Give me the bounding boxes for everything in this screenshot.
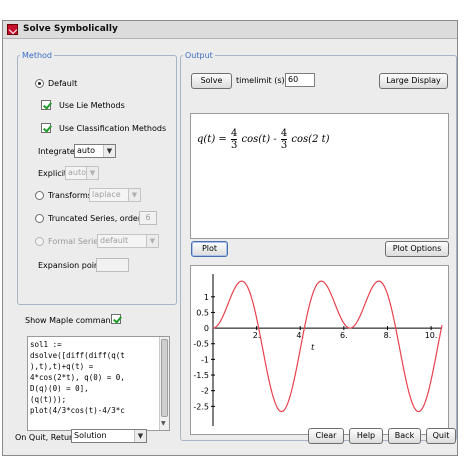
explicit-select[interactable]: auto ▼	[65, 166, 99, 180]
transforms-label: Transforms	[48, 191, 92, 200]
back-button[interactable]: Back	[388, 428, 421, 444]
math-fraction-1: 4 3	[230, 128, 238, 151]
y-tick-label: -1.5	[193, 371, 209, 380]
large-display-button[interactable]: Large Display	[379, 73, 448, 89]
truncated-series-label: Truncated Series, order=	[48, 214, 148, 223]
formal-series-value: default	[100, 236, 129, 245]
use-classification-label: Use Classification Methods	[59, 124, 167, 133]
show-maple-commands-checkbox[interactable]	[111, 314, 121, 324]
y-zero-label: 0	[204, 324, 209, 333]
chevron-down-icon: ▼	[86, 167, 98, 179]
solve-symbolically-window: Solve Symbolically Method Default Use Li…	[2, 20, 458, 456]
truncated-order-value: 6	[145, 213, 151, 222]
math-term-2: cos(2 t)	[291, 134, 330, 145]
help-button[interactable]: Help	[349, 428, 383, 444]
transforms-radio[interactable]	[35, 191, 44, 200]
clear-button[interactable]: Clear	[308, 428, 344, 444]
use-lie-methods-checkbox[interactable]	[41, 100, 51, 110]
on-quit-return-label: On Quit, Return	[15, 433, 78, 442]
math-term-1: cos(t) -	[241, 134, 277, 145]
method-group-title: Method	[22, 51, 53, 60]
window-title: Solve Symbolically	[23, 24, 118, 34]
y-tick-label: 1	[204, 293, 209, 302]
solve-button[interactable]: Solve	[191, 73, 232, 89]
integrate-value: auto	[77, 146, 96, 155]
solution-display: q(t) = 4 3 cos(t) - 4 3 cos(2 t)	[190, 113, 449, 239]
use-classification-checkbox[interactable]	[41, 123, 51, 133]
chevron-down-icon: ▼	[134, 430, 146, 442]
transforms-select[interactable]: laplace ▼	[89, 188, 141, 202]
x-axis-label: t	[311, 343, 315, 352]
on-quit-return-value: Solution	[74, 431, 107, 440]
expansion-point-label: Expansion point	[38, 261, 103, 270]
maple-commands-textarea[interactable]: sol1 := dsolve([diff(diff(q(t ),t),t)+q(…	[27, 336, 170, 431]
timelimit-input[interactable]: 60	[285, 73, 315, 87]
scrollbar-thumb[interactable]	[161, 339, 168, 417]
y-tick-label: -2	[201, 387, 209, 396]
x-tick-label: 8.	[384, 331, 392, 340]
maple-leaf-icon	[7, 24, 18, 35]
maple-commands-text: sol1 := dsolve([diff(diff(q(t ),t),t)+q(…	[30, 340, 125, 415]
solution-expression: q(t) = 4 3 cos(t) - 4 3 cos(2 t)	[197, 128, 330, 151]
chevron-down-icon[interactable]: ▼	[161, 420, 166, 427]
integrate-select[interactable]: auto ▼	[74, 144, 116, 158]
formal-series-select[interactable]: default ▼	[97, 234, 159, 248]
y-tick-label: 0.5	[196, 308, 209, 317]
truncated-series-radio[interactable]	[35, 214, 44, 223]
x-tick-label: 10.	[425, 331, 438, 340]
math-num-2: 4	[280, 128, 288, 140]
chevron-down-icon: ▼	[128, 189, 140, 201]
plot-button[interactable]: Plot	[191, 241, 228, 257]
expansion-point-input[interactable]	[96, 258, 129, 272]
y-tick-label: -2.5	[193, 402, 209, 411]
chevron-down-icon: ▼	[103, 145, 115, 157]
timelimit-value: 60	[288, 75, 299, 84]
plot-display: 2. 4. 6. 8. 10. 1 0.5 -0.5 -1 -1.5 -2 -2.5 0 t	[190, 265, 449, 435]
show-maple-commands-label: Show Maple commands	[25, 316, 120, 325]
quit-button[interactable]: Quit	[426, 428, 456, 444]
math-lhs: q(t) =	[197, 134, 227, 145]
formal-series-label: Formal Series	[48, 237, 103, 246]
math-fraction-2: 4 3	[280, 128, 288, 151]
chevron-down-icon: ▼	[146, 235, 158, 247]
y-tick-label: -1	[201, 355, 209, 364]
truncated-order-input[interactable]: 6	[139, 211, 157, 225]
explicit-label: Explicit	[38, 169, 68, 178]
default-radio[interactable]	[35, 79, 44, 88]
maple-commands-scrollbar[interactable]: ▼	[159, 337, 169, 430]
solution-plot: 2. 4. 6. 8. 10.10.5-0.5-1-1.5-2-2.50t	[193, 274, 443, 426]
formal-series-radio[interactable]	[35, 237, 44, 246]
integrate-label: Integrate	[38, 147, 75, 156]
y-tick-label: -0.5	[193, 340, 209, 349]
math-den-1: 3	[230, 140, 238, 151]
on-quit-return-select[interactable]: Solution ▼	[71, 429, 147, 443]
transforms-value: laplace	[92, 190, 121, 199]
default-label: Default	[48, 79, 78, 88]
output-group-title: Output	[185, 51, 213, 60]
explicit-value: auto	[68, 168, 87, 177]
math-num-1: 4	[230, 128, 238, 140]
use-lie-methods-label: Use Lie Methods	[59, 101, 125, 110]
x-tick-label: 6.	[340, 331, 348, 340]
plot-options-button[interactable]: Plot Options	[385, 241, 449, 257]
title-bar[interactable]: Solve Symbolically	[3, 21, 457, 39]
math-den-2: 3	[280, 140, 288, 151]
solution-curve	[212, 280, 443, 413]
